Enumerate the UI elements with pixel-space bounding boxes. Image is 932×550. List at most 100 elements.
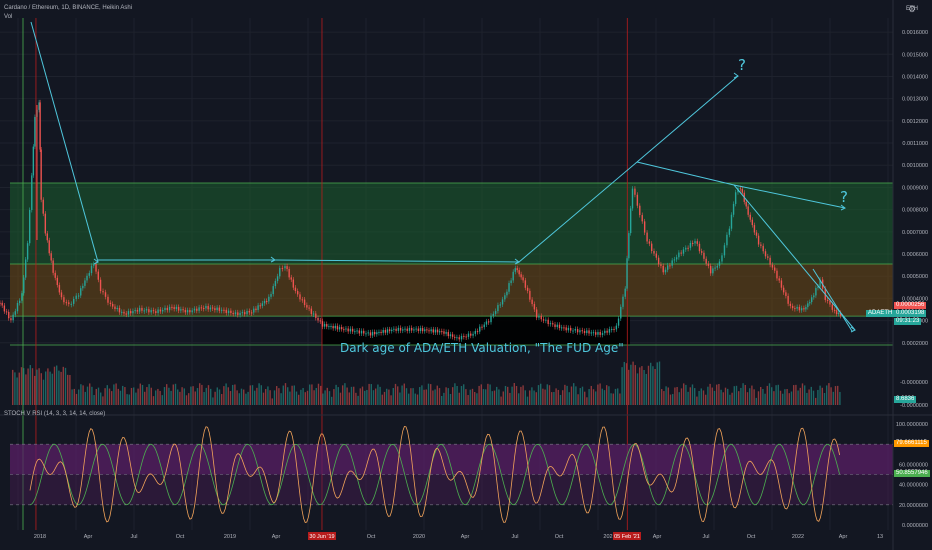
volume-bar	[676, 387, 678, 405]
price-candle	[84, 280, 86, 286]
price-candle	[535, 309, 538, 318]
price-candle	[723, 245, 726, 256]
price-candle	[42, 199, 44, 214]
price-candle	[680, 252, 682, 254]
x-tick-label: 05 Feb '21	[614, 534, 640, 540]
price-candle	[835, 310, 838, 315]
price-candle	[330, 326, 332, 328]
price-candle	[338, 327, 341, 330]
volume-bar	[236, 390, 238, 405]
volume-bar	[839, 391, 841, 405]
volume-bar	[157, 388, 159, 405]
volume-bar	[537, 385, 540, 405]
volume-bar	[711, 387, 713, 405]
price-candle	[714, 267, 716, 269]
volume-bar	[696, 396, 698, 405]
volume-bar	[102, 396, 104, 405]
volume-bar	[155, 390, 157, 405]
price-candle	[611, 329, 613, 331]
price-candle	[326, 324, 328, 327]
price-candle	[73, 298, 75, 304]
price-candle	[297, 291, 299, 295]
volume-bar	[522, 385, 524, 405]
volume-bar	[476, 393, 478, 405]
price-candle	[299, 294, 301, 300]
volume-bar	[12, 369, 14, 405]
volume-bar	[256, 387, 258, 405]
volume-bar	[196, 388, 199, 405]
price-candle	[460, 335, 463, 340]
y-tick-label: 0.0005000	[902, 274, 928, 280]
volume-bar	[405, 388, 408, 405]
price-candle	[445, 332, 447, 334]
volume-bar	[452, 387, 454, 405]
volume-bar	[617, 388, 619, 405]
volume-bar	[760, 386, 762, 405]
price-candle	[358, 330, 361, 334]
price-candle	[447, 332, 449, 337]
volume-bar	[443, 392, 445, 405]
price-candle	[794, 308, 796, 310]
volume-bar	[64, 367, 67, 405]
price-candle	[730, 214, 733, 229]
volume-bar	[34, 375, 36, 405]
price-candle	[268, 296, 270, 302]
price-candle	[671, 260, 673, 266]
price-candle	[689, 242, 692, 248]
volume-bar	[553, 391, 555, 405]
x-tick-label: Jul	[702, 534, 709, 540]
volume-bar	[570, 386, 573, 405]
volume-bars	[12, 361, 841, 405]
volume-bar	[603, 390, 606, 405]
price-candle	[586, 330, 588, 334]
price-candle	[617, 318, 620, 326]
x-tick-label: Jul	[130, 534, 137, 540]
price-candle	[451, 334, 454, 337]
price-candle	[479, 326, 481, 332]
price-candle	[421, 328, 424, 332]
price-candle	[102, 291, 104, 293]
volume-bar	[513, 383, 515, 405]
price-candle	[522, 277, 524, 281]
price-candle	[1, 302, 3, 306]
price-candle	[458, 337, 460, 340]
volume-bar	[148, 384, 150, 405]
volume-bar	[639, 367, 641, 405]
gear-icon[interactable]: ⚙	[908, 4, 918, 14]
price-candle	[77, 295, 80, 297]
volume-bar	[610, 393, 612, 405]
volume-bar	[531, 387, 533, 405]
price-candle	[524, 280, 527, 288]
price-candle	[634, 188, 636, 195]
price-candle	[63, 297, 65, 303]
price-candle	[608, 329, 611, 333]
price-candle	[579, 330, 581, 333]
volume-bar	[630, 364, 632, 405]
price-candle	[620, 306, 622, 319]
price-candle	[171, 306, 173, 308]
volume-bar	[357, 395, 359, 405]
volume-bar	[115, 383, 117, 405]
volume-bar	[427, 383, 430, 405]
price-candle	[428, 330, 430, 332]
price-candle	[244, 312, 246, 315]
price-candle	[639, 205, 641, 216]
x-tick-label: Jul	[511, 534, 518, 540]
volume-bar	[467, 395, 469, 405]
volume-bar	[425, 389, 427, 405]
volume-bar	[460, 386, 463, 405]
price-candle	[155, 311, 157, 313]
volume-bar	[289, 391, 291, 405]
price-candle	[815, 287, 817, 296]
volume-bar	[722, 392, 724, 405]
price-candle	[606, 330, 608, 333]
volume-bar	[14, 372, 16, 405]
volume-bar	[58, 370, 60, 405]
price-candle	[692, 242, 694, 244]
price-candle	[829, 300, 831, 305]
price-candle	[769, 257, 771, 265]
price-candle	[107, 296, 109, 303]
price-candle	[563, 327, 565, 329]
price-candle	[386, 329, 389, 333]
volume-bar	[205, 387, 207, 405]
